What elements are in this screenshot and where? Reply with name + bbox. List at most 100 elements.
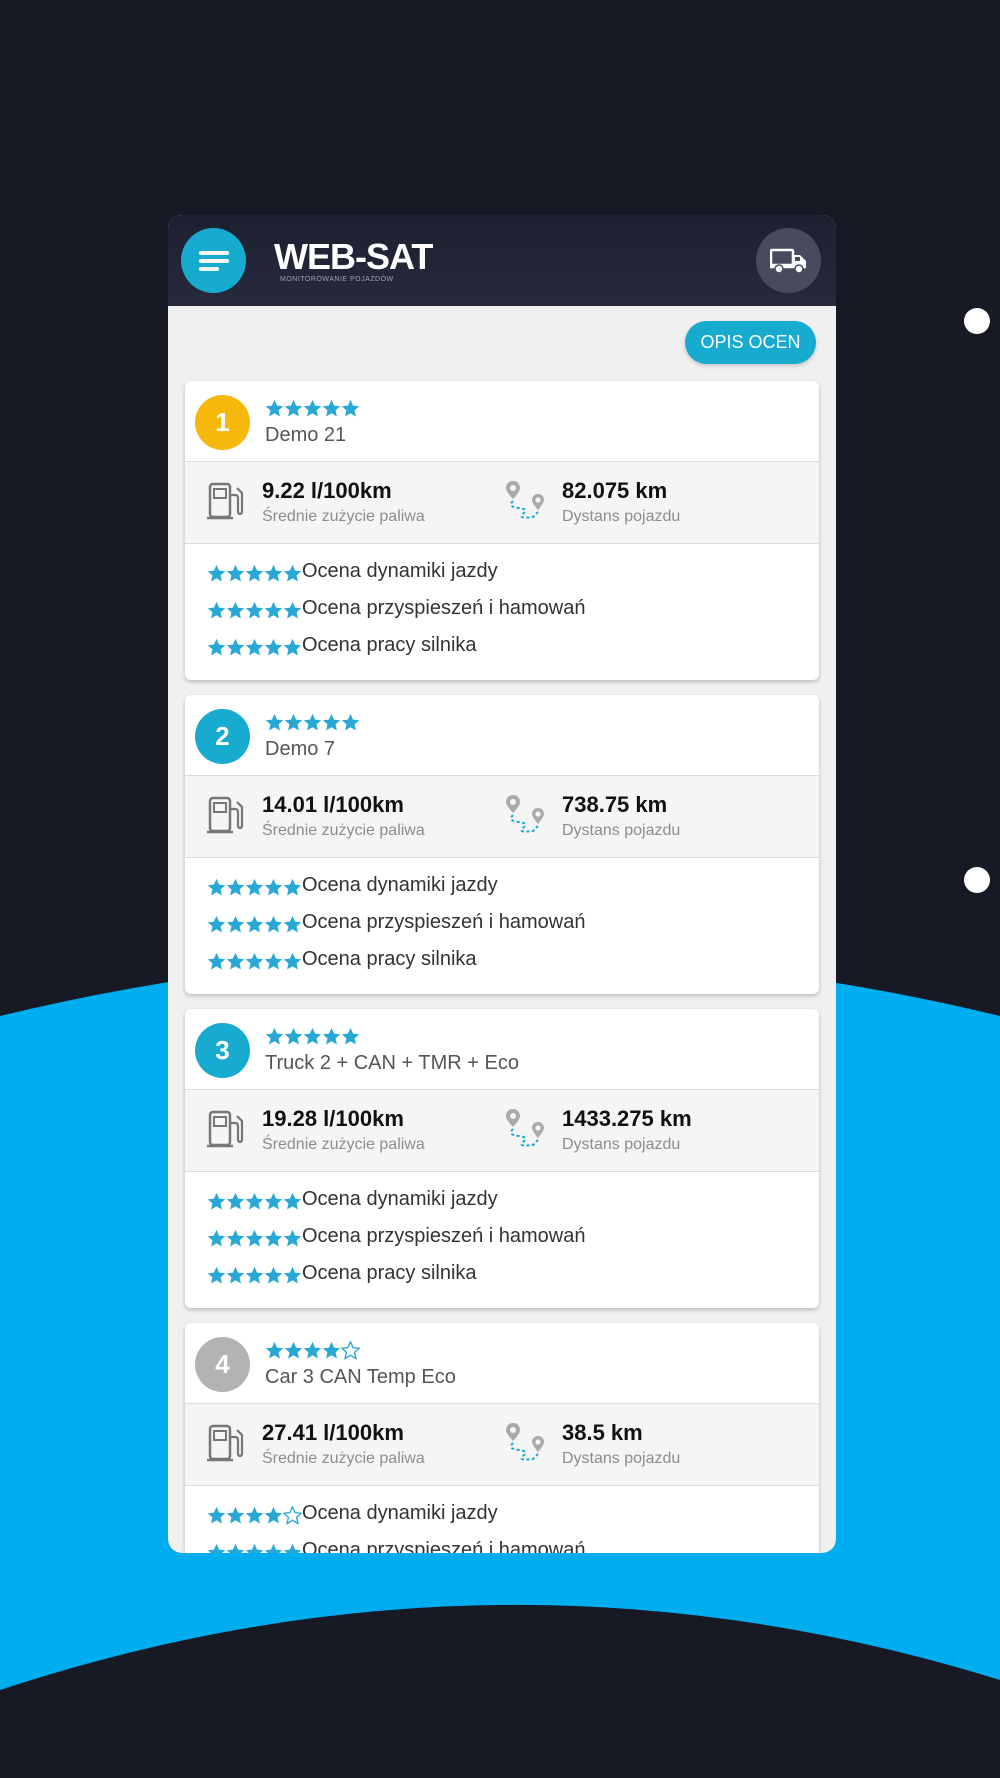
- overall-rating-stars: [265, 399, 360, 418]
- rating-label: Ocena pracy silnika: [302, 1262, 477, 1284]
- distance-value: 82.075 km: [562, 478, 668, 503]
- star-filled-icon: [284, 399, 303, 417]
- star-filled-icon: [264, 1543, 283, 1553]
- star-rating: [207, 1506, 302, 1525]
- star-rating: [207, 1229, 302, 1248]
- vehicle-card[interactable]: 3 Truck 2 + CAN + TMR + Eco 19.28 l/100km…: [185, 1009, 819, 1308]
- fuel-icon-wrap: [207, 1109, 245, 1154]
- star-filled-icon: [226, 1506, 245, 1524]
- star-filled-icon: [245, 601, 264, 619]
- star-filled-icon: [303, 399, 322, 417]
- star-filled-icon: [245, 952, 264, 970]
- star-filled-icon: [207, 564, 226, 582]
- star-filled-icon: [341, 713, 360, 731]
- distance-value: 1433.275 km: [562, 1106, 692, 1131]
- star-filled-icon: [226, 915, 245, 933]
- fuel-icon-wrap: [207, 481, 245, 526]
- fuel-pump-icon: [207, 1424, 244, 1462]
- star-filled-icon: [265, 713, 284, 731]
- star-filled-icon: [284, 713, 303, 731]
- star-filled-icon: [226, 601, 245, 619]
- phone-screen: WEB-SAT MONITOROWANIE POJAZDÓW OPIS OCEN…: [168, 215, 836, 1553]
- distance-label: Dystans pojazdu: [562, 1450, 681, 1467]
- distance-label: Dystans pojazdu: [562, 822, 681, 839]
- fuel-pump-icon: [207, 796, 244, 834]
- rating-label: Ocena dynamiki jazdy: [302, 1188, 498, 1210]
- rating-description-button[interactable]: OPIS OCEN: [685, 321, 816, 364]
- star-filled-icon: [283, 1543, 302, 1553]
- star-filled-icon: [283, 601, 302, 619]
- fuel-consumption-value: 27.41 l/100km: [262, 1420, 404, 1445]
- star-filled-icon: [207, 915, 226, 933]
- fuel-consumption-label: Średnie zużycie paliwa: [262, 508, 425, 525]
- star-filled-icon: [207, 638, 226, 656]
- overall-rating-stars: [265, 713, 360, 732]
- rank-badge: 4: [195, 1337, 250, 1392]
- page-indicator-dot[interactable]: [964, 867, 990, 893]
- star-filled-icon: [322, 1341, 341, 1359]
- rating-label: Ocena dynamiki jazdy: [302, 1502, 498, 1524]
- star-filled-icon: [207, 952, 226, 970]
- star-rating: [207, 638, 302, 657]
- rating-label: Ocena przyspieszeń i hamowań: [302, 597, 586, 619]
- vehicle-card-header: 2 Demo 7: [185, 695, 819, 775]
- star-filled-icon: [207, 1192, 226, 1210]
- rank-badge: 1: [195, 395, 250, 450]
- star-filled-icon: [245, 1229, 264, 1247]
- vehicle-button[interactable]: [756, 228, 821, 293]
- star-filled-icon: [322, 1027, 341, 1045]
- vehicle-stats: 27.41 l/100km Średnie zużycie paliwa 38.5…: [185, 1403, 819, 1486]
- star-filled-icon: [207, 1266, 226, 1284]
- vehicle-name: Demo 7: [265, 738, 336, 760]
- route-icon-wrap: [505, 793, 549, 842]
- route-icon: [506, 1109, 544, 1147]
- page-indicator-dot[interactable]: [964, 308, 990, 334]
- fuel-consumption-value: 9.22 l/100km: [262, 478, 392, 503]
- star-filled-icon: [226, 878, 245, 896]
- vehicle-card[interactable]: 4 Car 3 CAN Temp Eco 27.41 l/100km Średnie…: [185, 1323, 819, 1553]
- star-filled-icon: [226, 1192, 245, 1210]
- top-bar: WEB-SAT MONITOROWANIE POJAZDÓW: [168, 215, 836, 306]
- fuel-icon-wrap: [207, 795, 245, 840]
- route-icon: [506, 481, 544, 519]
- star-filled-icon: [245, 915, 264, 933]
- distance-value: 738.75 km: [562, 792, 668, 817]
- fuel-consumption-label: Średnie zużycie paliwa: [262, 1450, 425, 1467]
- star-filled-icon: [283, 952, 302, 970]
- vehicle-card[interactable]: 2 Demo 7 14.01 l/100km Średnie zużycie pal…: [185, 695, 819, 994]
- rank-badge: 3: [195, 1023, 250, 1078]
- hamburger-icon: [199, 267, 219, 271]
- vehicle-card[interactable]: 1 Demo 21 9.22 l/100km Średnie zużycie pal…: [185, 381, 819, 680]
- rating-label: Ocena przyspieszeń i hamowań: [302, 1539, 586, 1553]
- vehicle-card-header: 3 Truck 2 + CAN + TMR + Eco: [185, 1009, 819, 1089]
- menu-button[interactable]: [181, 228, 246, 293]
- vehicle-card-header: 4 Car 3 CAN Temp Eco: [185, 1323, 819, 1403]
- star-filled-icon: [283, 915, 302, 933]
- star-filled-icon: [265, 399, 284, 417]
- rating-label: Ocena dynamiki jazdy: [302, 560, 498, 582]
- star-empty-icon: [283, 1506, 302, 1525]
- star-filled-icon: [283, 1229, 302, 1247]
- star-filled-icon: [283, 638, 302, 656]
- star-rating: [207, 1266, 302, 1285]
- overall-rating-stars: [265, 1027, 360, 1046]
- star-filled-icon: [264, 878, 283, 896]
- fuel-consumption-label: Średnie zużycie paliwa: [262, 1136, 425, 1153]
- fuel-consumption-value: 19.28 l/100km: [262, 1106, 404, 1131]
- star-filled-icon: [283, 878, 302, 896]
- fuel-icon-wrap: [207, 1423, 245, 1468]
- vehicle-name: Car 3 CAN Temp Eco: [265, 1366, 456, 1388]
- fuel-pump-icon: [207, 482, 244, 520]
- star-filled-icon: [264, 915, 283, 933]
- distance-value: 38.5 km: [562, 1420, 643, 1445]
- star-rating: [207, 564, 302, 583]
- star-filled-icon: [341, 1027, 360, 1045]
- vehicle-stats: 14.01 l/100km Średnie zużycie paliwa 738.…: [185, 775, 819, 858]
- star-filled-icon: [264, 952, 283, 970]
- star-filled-icon: [303, 713, 322, 731]
- star-rating: [207, 952, 302, 971]
- star-filled-icon: [322, 713, 341, 731]
- star-filled-icon: [322, 399, 341, 417]
- star-filled-icon: [303, 1341, 322, 1359]
- star-filled-icon: [265, 1341, 284, 1359]
